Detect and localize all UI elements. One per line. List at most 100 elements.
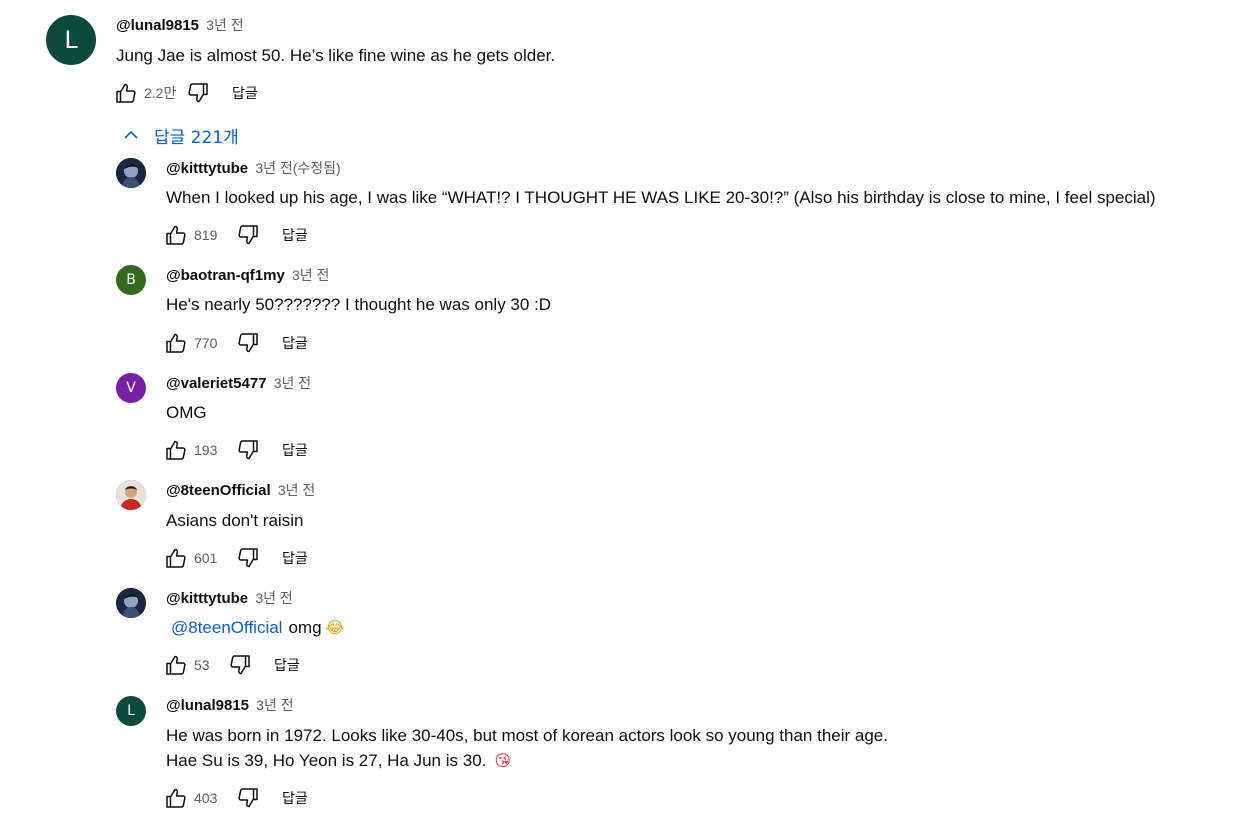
reply-button[interactable]: 답글 <box>282 225 308 245</box>
avatar-photo <box>116 588 146 618</box>
comment-header: @kitttytube 3년 전 <box>166 588 293 609</box>
like-count: 193 <box>194 442 218 458</box>
thumbs-down-icon <box>238 333 258 353</box>
timestamp[interactable]: 3년 전 <box>278 482 315 498</box>
author-handle[interactable]: @lunal9815 <box>166 697 249 714</box>
author-handle[interactable]: @baotran-qf1my <box>166 267 285 284</box>
author-handle[interactable]: @valeriet5477 <box>166 375 267 392</box>
comment-actions: 53 답글 <box>162 651 300 679</box>
dislike-button[interactable] <box>234 544 262 572</box>
chevron-up-icon <box>124 130 138 139</box>
comment-text: @8teenOfficial omg 😂 <box>166 615 344 641</box>
avatar-letter: V <box>126 380 136 396</box>
thumbs-down-icon <box>238 440 258 460</box>
tears-of-joy-emoji: 😂 <box>325 618 345 637</box>
author-handle[interactable]: @8teenOfficial <box>166 482 271 499</box>
timestamp[interactable]: 3년 전 <box>256 697 293 713</box>
comment-actions: 2.2만 답글 <box>112 79 258 107</box>
avatar[interactable] <box>116 480 146 510</box>
comment-actions: 193 답글 <box>162 436 308 464</box>
comment-text: When I looked up his age, I was like “WH… <box>166 188 1156 207</box>
thumbs-up-icon <box>116 83 136 103</box>
avatar[interactable]: L <box>116 696 146 726</box>
like-count: 601 <box>194 550 218 566</box>
thumbs-up-icon <box>166 548 186 568</box>
mention-link[interactable]: @8teenOfficial <box>171 618 282 637</box>
comment-actions: 819 답글 <box>162 221 308 249</box>
avatar-letter: L <box>127 703 135 719</box>
timestamp[interactable]: 3년 전 <box>206 17 243 33</box>
like-button[interactable] <box>162 784 190 812</box>
author-handle[interactable]: @kitttytube <box>166 160 248 177</box>
like-button[interactable] <box>162 544 190 572</box>
reply-button[interactable]: 답글 <box>282 548 308 568</box>
like-button[interactable] <box>162 221 190 249</box>
avatar[interactable] <box>116 158 146 188</box>
thumbs-up-icon <box>166 788 186 808</box>
comment-text-body: Hae Su is 39, Ho Yeon is 27, Ha Jun is 3… <box>166 751 487 770</box>
like-count: 53 <box>194 657 210 673</box>
avatar-photo <box>116 480 146 510</box>
thumbs-down-icon <box>238 225 258 245</box>
comment-actions: 770 답글 <box>162 329 308 357</box>
avatar[interactable] <box>116 588 146 618</box>
comment-header: @baotran-qf1my 3년 전 <box>166 265 329 286</box>
comment-text: Jung Jae is almost 50. He’s like fine wi… <box>116 46 556 65</box>
reply-button[interactable]: 답글 <box>232 83 258 103</box>
avatar[interactable]: B <box>116 265 146 295</box>
thumbs-up-icon <box>166 225 186 245</box>
like-count: 403 <box>194 790 218 806</box>
comment-text: He was born in 1972. Looks like 30-40s, … <box>166 726 888 745</box>
comment-text: OMG <box>166 403 207 422</box>
comment-header: @lunal9815 3년 전 <box>166 695 294 716</box>
comment-actions: 601 답글 <box>162 544 308 572</box>
avatar-photo <box>116 158 146 188</box>
timestamp[interactable]: 3년 전 <box>292 267 329 283</box>
comment-text-body: omg <box>288 618 322 637</box>
reply-button[interactable]: 답글 <box>282 440 308 460</box>
dislike-button[interactable] <box>234 784 262 812</box>
dislike-button[interactable] <box>234 329 262 357</box>
comment-header: @8teenOfficial 3년 전 <box>166 480 315 501</box>
thumbs-down-icon <box>230 655 250 675</box>
reply-button[interactable]: 답글 <box>282 333 308 353</box>
kiss-emoji: 😘 <box>494 751 512 770</box>
avatar[interactable]: L <box>46 15 96 65</box>
dislike-button[interactable] <box>184 79 212 107</box>
reply-button[interactable]: 답글 <box>282 788 308 808</box>
like-button[interactable] <box>162 329 190 357</box>
comment-text: He's nearly 50??????? I thought he was o… <box>166 295 552 314</box>
comment-header: @kitttytube 3년 전(수정됨) <box>166 158 341 179</box>
comment-header: @valeriet5477 3년 전 <box>166 373 311 394</box>
timestamp[interactable]: 3년 전(수정됨) <box>255 160 340 176</box>
avatar-letter: B <box>126 272 136 288</box>
comment-text: Asians don't raisin <box>166 511 304 530</box>
like-count: 2.2만 <box>144 85 177 101</box>
reply-button[interactable]: 답글 <box>274 655 300 675</box>
comment-header: @lunal9815 3년 전 <box>116 15 244 36</box>
author-handle[interactable]: @lunal9815 <box>116 17 199 34</box>
replies-toggle-label: 답글 221개 <box>154 127 239 148</box>
like-button[interactable] <box>112 79 140 107</box>
like-button[interactable] <box>162 436 190 464</box>
avatar-letter: L <box>64 26 78 54</box>
timestamp[interactable]: 3년 전 <box>274 375 311 391</box>
author-handle[interactable]: @kitttytube <box>166 590 248 607</box>
thumbs-up-icon <box>166 333 186 353</box>
comment-actions: 403 답글 <box>162 784 308 812</box>
like-count: 819 <box>194 227 218 243</box>
thumbs-down-icon <box>238 548 258 568</box>
dislike-button[interactable] <box>234 221 262 249</box>
comment-text-line-2: Hae Su is 39, Ho Yeon is 27, Ha Jun is 3… <box>166 748 511 774</box>
like-count: 770 <box>194 335 218 351</box>
dislike-button[interactable] <box>234 436 262 464</box>
timestamp[interactable]: 3년 전 <box>255 590 292 606</box>
dislike-button[interactable] <box>226 651 254 679</box>
thumbs-up-icon <box>166 655 186 675</box>
thumbs-down-icon <box>238 788 258 808</box>
thumbs-down-icon <box>188 83 208 103</box>
thumbs-up-icon <box>166 440 186 460</box>
replies-toggle[interactable]: 답글 221개 <box>118 122 239 148</box>
like-button[interactable] <box>162 651 190 679</box>
avatar[interactable]: V <box>116 373 146 403</box>
